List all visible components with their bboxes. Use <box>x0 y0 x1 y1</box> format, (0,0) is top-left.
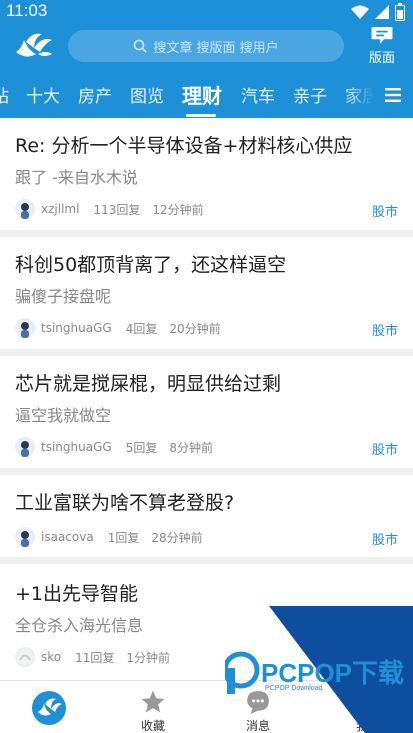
post-replies: 1回复 <box>107 530 140 545</box>
avatar <box>15 199 35 219</box>
app-header: 11:03 搜文章 搜版面 搜用户 版面 站 十大 房产 图览 理财 汽车 亲子 <box>0 0 413 118</box>
menu-icon <box>384 88 401 102</box>
nav-messages-label: 消息 <box>245 719 270 733</box>
post-subtitle: 逼空我就做空 <box>15 406 112 425</box>
user-icon <box>351 692 373 714</box>
post-author[interactable]: tsinghuaGG <box>41 440 112 454</box>
post-meta: sko 11回复 1分钟前 <box>15 647 170 667</box>
post-title: +1出先导智能 <box>15 583 139 605</box>
post-time: 20分钟前 <box>169 321 221 336</box>
layout-label: 版面 <box>368 51 395 66</box>
post-title: 工业富联为啥不算老登股? <box>15 492 235 514</box>
tab-item[interactable]: 十大 <box>26 82 60 107</box>
post-time: 8分钟前 <box>169 440 213 455</box>
wifi-icon <box>351 5 369 19</box>
post-replies: 4回复 <box>125 321 158 336</box>
post-author[interactable]: isaacova <box>41 530 94 544</box>
post-card[interactable]: +1出先导智能 全仓杀入海光信息 sko 11回复 1分钟前 <box>0 564 413 680</box>
tabs-menu-button[interactable] <box>372 76 413 114</box>
post-meta: tsinghuaGG 4回复 20分钟前 <box>15 318 221 338</box>
post-card[interactable]: 芯片就是搅屎棍，明显供给过剩 逼空我就做空 tsinghuaGG 5回复 8分钟… <box>0 356 413 468</box>
avatar <box>15 647 35 667</box>
tabs-fade <box>344 76 374 114</box>
post-replies: 113回复 <box>93 202 141 217</box>
avatar <box>15 437 35 457</box>
app-logo-icon[interactable] <box>14 30 54 60</box>
post-author[interactable]: tsinghuaGG <box>41 321 112 335</box>
post-meta: isaacova 1回复 28分钟前 <box>15 527 203 547</box>
nav-me-label: 我 <box>355 719 368 733</box>
search-input[interactable]: 搜文章 搜版面 搜用户 <box>68 30 344 62</box>
tab-item[interactable]: 房产 <box>78 82 112 107</box>
home-logo-icon <box>32 691 66 725</box>
nav-favorites[interactable]: 收藏 <box>113 681 193 733</box>
status-icons <box>351 3 405 21</box>
post-subtitle: 全仓杀入海光信息 <box>15 616 144 635</box>
tab-item[interactable]: 图览 <box>130 82 164 107</box>
post-time: 28分钟前 <box>151 530 203 545</box>
active-tab-indicator <box>186 114 216 117</box>
nav-messages[interactable]: 消息 <box>218 681 298 733</box>
post-title: Re: 分析一个半导体设备+材料核心供应 <box>15 135 353 157</box>
post-title: 芯片就是搅屎棍，明显供给过剩 <box>15 373 282 395</box>
post-replies: 5回复 <box>125 440 158 455</box>
tab-item[interactable]: 站 <box>0 82 9 107</box>
tab-item-active[interactable]: 理财 <box>182 80 222 109</box>
post-author[interactable]: xzjllml <box>41 202 79 216</box>
chat-board-icon <box>371 26 393 45</box>
status-time: 11:03 <box>6 1 48 20</box>
bottom-nav: 收藏 消息 我 <box>0 680 413 733</box>
post-board-tag[interactable]: 股市 <box>372 320 398 339</box>
post-time: 12分钟前 <box>152 202 204 217</box>
star-icon <box>141 690 165 713</box>
post-card[interactable]: 科创50都顶背离了，还这样逼空 骗傻子接盘呢 tsinghuaGG 4回复 20… <box>0 237 413 349</box>
tab-item[interactable]: 亲子 <box>293 82 327 107</box>
nav-home[interactable] <box>9 681 89 733</box>
post-meta: xzjllml 113回复 12分钟前 <box>15 199 204 219</box>
post-meta: tsinghuaGG 5回复 8分钟前 <box>15 437 213 457</box>
post-replies: 11回复 <box>75 650 115 665</box>
battery-icon <box>395 3 405 21</box>
search-icon <box>134 39 147 53</box>
layout-button[interactable]: 版面 <box>364 26 400 66</box>
status-bar: 11:03 <box>0 0 413 22</box>
post-board-tag[interactable]: 股市 <box>372 201 398 220</box>
post-title: 科创50都顶背离了，还这样逼空 <box>15 254 287 276</box>
post-board-tag[interactable]: 股市 <box>372 439 398 458</box>
nav-me[interactable]: 我 <box>322 681 402 733</box>
post-author[interactable]: sko <box>41 650 61 664</box>
signal-icon <box>375 5 389 19</box>
post-time: 1分钟前 <box>126 650 171 665</box>
post-card[interactable]: 工业富联为啥不算老登股? isaacova 1回复 28分钟前 股市 <box>0 475 413 557</box>
message-icon <box>247 691 269 714</box>
post-subtitle: 跟了 -来自水木说 <box>15 168 138 187</box>
post-card[interactable]: Re: 分析一个半导体设备+材料核心供应 跟了 -来自水木说 xzjllml 1… <box>0 118 413 230</box>
nav-favorites-label: 收藏 <box>140 719 165 733</box>
post-board-tag[interactable]: 股市 <box>372 529 398 548</box>
avatar <box>15 318 35 338</box>
post-subtitle: 骗傻子接盘呢 <box>15 287 112 306</box>
avatar <box>15 527 35 547</box>
tab-item[interactable]: 汽车 <box>241 82 275 107</box>
search-placeholder: 搜文章 搜版面 搜用户 <box>153 40 279 56</box>
